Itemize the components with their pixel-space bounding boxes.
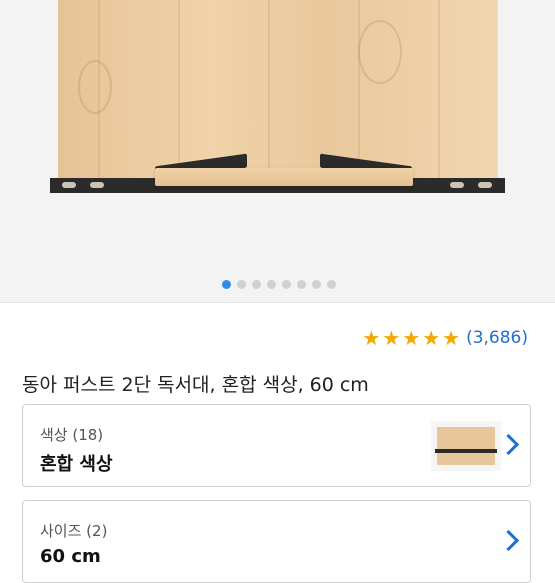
carousel-dot[interactable] <box>327 280 336 289</box>
star-icon: ★ <box>442 326 461 350</box>
carousel-indicator[interactable] <box>222 280 336 289</box>
carousel-dot[interactable] <box>312 280 321 289</box>
star-icon: ★ <box>422 326 441 350</box>
product-rating[interactable]: ★ ★ ★ ★ ★ (3,686) <box>362 328 528 348</box>
carousel-dot[interactable] <box>267 280 276 289</box>
color-option-selector[interactable]: 색상 (18) 혼합 색상 <box>22 404 531 487</box>
product-title: 동아 퍼스트 2단 독서대, 혼합 색상, 60 cm <box>22 374 369 396</box>
carousel-dot-active[interactable] <box>222 280 231 289</box>
color-option-value: 혼합 색상 <box>40 454 113 475</box>
carousel-dot[interactable] <box>237 280 246 289</box>
star-icon: ★ <box>362 326 381 350</box>
color-option-thumbnail <box>431 421 501 471</box>
color-option-label: 색상 (18) <box>40 426 104 444</box>
star-icon: ★ <box>402 326 421 350</box>
section-divider <box>0 302 555 303</box>
carousel-dot[interactable] <box>282 280 291 289</box>
size-option-value: 60 cm <box>40 546 101 567</box>
size-option-selector[interactable]: 사이즈 (2) 60 cm <box>22 500 531 583</box>
chevron-right-icon <box>497 433 520 456</box>
carousel-dot[interactable] <box>297 280 306 289</box>
star-icon: ★ <box>382 326 401 350</box>
chevron-right-icon <box>497 529 520 552</box>
carousel-dot[interactable] <box>252 280 261 289</box>
bookstand-ledge <box>155 168 413 186</box>
rating-count-link[interactable]: (3,686) <box>466 328 528 348</box>
product-image-carousel[interactable] <box>0 0 555 302</box>
bookstand-board-image <box>58 0 498 184</box>
size-option-label: 사이즈 (2) <box>40 522 108 540</box>
